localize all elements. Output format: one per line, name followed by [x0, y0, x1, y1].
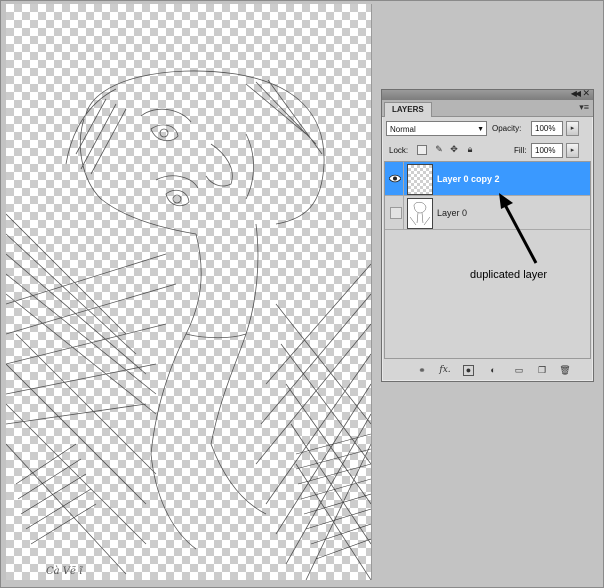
annotation-label: duplicated layer: [470, 269, 548, 281]
panel-titlebar[interactable]: ◀◀ ✕: [382, 88, 593, 100]
panel-footer: ⚭ fx. ● ◐ ▭ ❐ 🗑︎: [382, 361, 593, 381]
lock-fill-row: Lock: ✎ ✥ 🔒︎ Fill: 100% ▸: [382, 139, 593, 161]
folder-icon[interactable]: ▭: [513, 364, 525, 376]
visibility-toggle[interactable]: [386, 162, 404, 195]
layers-panel: ◀◀ ✕ LAYERS ▾≡ Normal ▼ Opacity: 100% ▸ …: [381, 88, 594, 382]
blend-mode-value: Normal: [390, 125, 416, 134]
screenshot-frame: Cà Vẽ ĩ ◀◀ ✕ LAYERS ▾≡ Normal ▼ Opacity:…: [0, 0, 604, 588]
panel-tabbar: LAYERS ▾≡: [382, 100, 593, 117]
blend-mode-select[interactable]: Normal ▼: [386, 121, 487, 136]
lock-position-icon[interactable]: ✥: [449, 144, 459, 154]
layer-name[interactable]: Layer 0 copy 2: [437, 174, 500, 184]
collapse-icon[interactable]: ◀◀: [571, 89, 581, 98]
lock-pixels-icon[interactable]: ✎: [434, 144, 444, 154]
close-icon[interactable]: ✕: [582, 88, 590, 99]
layers-list: Layer 0 copy 2 Layer 0: [384, 161, 591, 359]
opacity-slider-button[interactable]: ▸: [566, 121, 579, 136]
visibility-toggle[interactable]: [386, 196, 404, 229]
layer-thumbnail: [407, 164, 433, 195]
layer-row-layer-0[interactable]: Layer 0: [385, 196, 590, 230]
artist-signature: Cà Vẽ ĩ: [46, 566, 83, 577]
hidden-eye-icon: [390, 207, 402, 219]
eye-icon: [389, 174, 401, 183]
layer-name[interactable]: Layer 0: [437, 208, 467, 218]
adjustment-icon[interactable]: ◐: [487, 364, 499, 376]
lock-all-icon[interactable]: 🔒︎: [465, 144, 475, 154]
layer-row-layer-0-copy-2[interactable]: Layer 0 copy 2: [385, 162, 590, 196]
panel-menu-icon[interactable]: ▾≡: [579, 102, 589, 113]
fx-icon[interactable]: fx.: [439, 364, 451, 376]
new-layer-icon[interactable]: ❐: [536, 364, 548, 376]
opacity-input[interactable]: 100%: [531, 121, 563, 136]
tab-layers[interactable]: LAYERS: [384, 102, 432, 117]
document-canvas[interactable]: Cà Vẽ ĩ: [6, 4, 372, 580]
link-icon[interactable]: ⚭: [416, 364, 428, 376]
pencil-sketch: [6, 70, 371, 580]
fill-label: Fill:: [514, 146, 527, 155]
opacity-label: Opacity:: [492, 124, 522, 133]
blend-opacity-row: Normal ▼ Opacity: 100% ▸: [382, 117, 593, 139]
annotation-arrow: [499, 193, 538, 264]
lock-transparency-icon[interactable]: [417, 145, 427, 155]
fill-input[interactable]: 100%: [531, 143, 563, 158]
chevron-down-icon: ▼: [477, 126, 484, 133]
trash-icon[interactable]: 🗑︎: [559, 364, 571, 376]
fill-slider-button[interactable]: ▸: [566, 143, 579, 158]
thumbnail-sketch: [409, 202, 431, 226]
layer-thumbnail: [407, 198, 433, 229]
mask-icon[interactable]: ●: [463, 365, 474, 376]
lock-label: Lock:: [389, 146, 409, 155]
